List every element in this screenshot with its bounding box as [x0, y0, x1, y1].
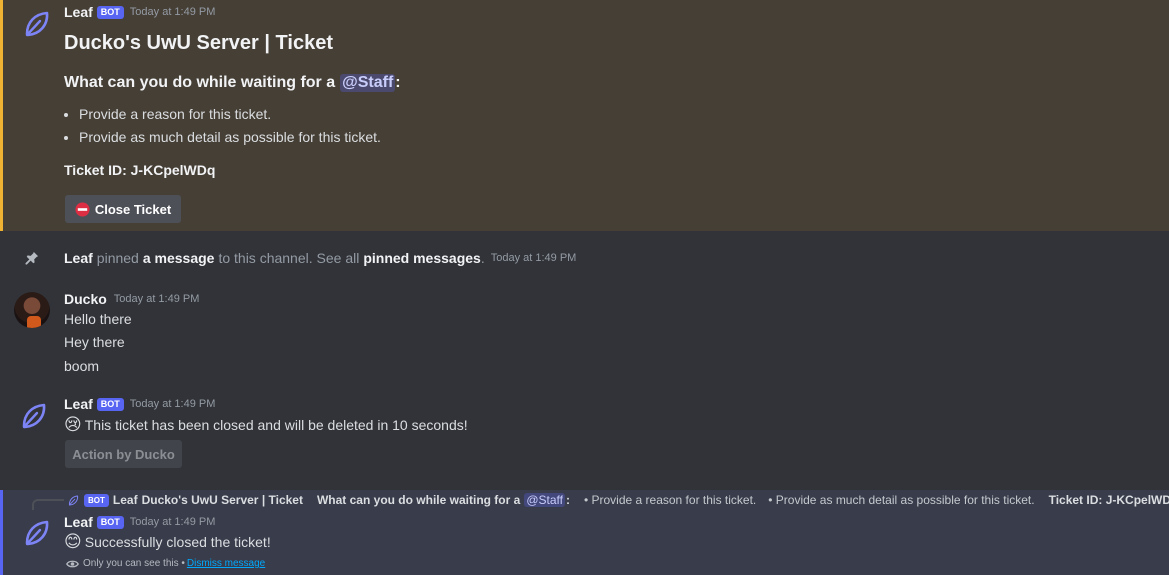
pin-text: pinned — [96, 250, 139, 266]
avatar-shirt — [27, 316, 41, 328]
message-ticket-closing: Leaf BOT Today at 1:49 PM 😢 This ticket … — [0, 392, 1169, 478]
ticket-title: Ducko's UwU Server | Ticket — [64, 32, 333, 54]
message-text: This ticket has been closed and will be … — [84, 417, 468, 433]
no-entry-icon — [75, 201, 90, 217]
instruction-item: Provide as much detail as possible for t… — [79, 127, 381, 150]
ticket-subtitle: What can you do while waiting for a @Sta… — [64, 74, 401, 92]
pinned-messages-link[interactable]: pinned messages — [363, 250, 481, 266]
leaf-avatar[interactable] — [14, 396, 54, 436]
reply-bullet: • Provide a reason for this ticket. — [583, 493, 757, 507]
reply-bullet: • Provide as much detail as possible for… — [768, 493, 1035, 507]
pinned-message-link[interactable]: a message — [143, 250, 215, 266]
crying-face-emoji: 😢 — [64, 415, 82, 434]
smiling-face-emoji: 😊 — [64, 532, 82, 551]
message-text: Successfully closed the ticket! — [84, 534, 271, 550]
bot-badge: BOT — [84, 493, 109, 507]
timestamp: Today at 1:49 PM — [113, 293, 200, 305]
timestamp: Today at 1:49 PM — [129, 6, 216, 18]
staff-mention[interactable]: @Staff — [524, 493, 565, 507]
close-ticket-label: Close Ticket — [94, 201, 172, 217]
message-line: Hey there — [64, 334, 125, 350]
leaf-icon — [68, 495, 79, 505]
message-ducko: Ducko Today at 1:49 PM Hello there Hey t… — [0, 285, 1169, 380]
pin-author[interactable]: Leaf — [64, 250, 93, 266]
reply-colon: : — [565, 493, 570, 507]
author-name[interactable]: Leaf — [64, 396, 93, 412]
ticket-id: Ticket ID: J-KCpelWDq — [64, 162, 216, 178]
ticket-instructions: Provide a reason for this ticket. Provid… — [79, 104, 381, 150]
author-name[interactable]: Leaf — [64, 514, 93, 530]
only-you-notice: Only you can see this • — [83, 558, 185, 569]
pin-icon — [25, 251, 39, 265]
reply-preview[interactable]: BOT Leaf Ducko's UwU Server | Ticket Wha… — [67, 493, 1169, 507]
reply-author[interactable]: Leaf — [113, 493, 138, 507]
reply-spine — [32, 499, 64, 510]
eye-icon — [66, 560, 79, 567]
pin-text: to this channel. See all — [218, 250, 360, 266]
action-by-button[interactable]: Action by Ducko — [65, 440, 182, 468]
leaf-icon — [25, 11, 49, 37]
reply-title: Ducko's UwU Server | Ticket — [141, 493, 303, 507]
message-ticket-intro: Leaf BOT Today at 1:49 PM Ducko's UwU Se… — [0, 0, 1169, 231]
message-line: Hello there — [64, 311, 132, 327]
timestamp: Today at 1:49 PM — [490, 252, 577, 264]
message-ephemeral-reply: BOT Leaf Ducko's UwU Server | Ticket Wha… — [0, 490, 1169, 575]
leaf-avatar[interactable] — [17, 513, 57, 553]
timestamp: Today at 1:49 PM — [129, 516, 216, 528]
dismiss-message-link[interactable]: Dismiss message — [187, 558, 265, 569]
action-by-label: Action by Ducko — [72, 446, 175, 462]
leaf-icon — [22, 403, 46, 429]
subtitle-text: What can you do while waiting for a — [64, 74, 336, 91]
staff-mention[interactable]: @Staff — [340, 74, 396, 92]
message-line: boom — [64, 358, 100, 374]
bot-badge: BOT — [96, 397, 124, 411]
bot-badge: BOT — [96, 515, 124, 529]
leaf-avatar[interactable] — [17, 4, 57, 44]
bot-badge: BOT — [96, 5, 124, 19]
author-name[interactable]: Ducko — [64, 291, 107, 307]
reply-ticket-id: Ticket ID: J-KCpelWDq — [1048, 493, 1169, 507]
timestamp: Today at 1:49 PM — [129, 398, 216, 410]
close-ticket-button[interactable]: Close Ticket — [65, 195, 181, 223]
user-avatar[interactable] — [14, 292, 50, 328]
subtitle-colon: : — [395, 74, 401, 91]
author-name[interactable]: Leaf — [64, 4, 93, 20]
instruction-item: Provide a reason for this ticket. — [79, 104, 381, 127]
reply-subtitle: What can you do while waiting for a — [316, 493, 521, 507]
pin-period: . — [480, 250, 485, 266]
leaf-icon — [25, 520, 49, 546]
